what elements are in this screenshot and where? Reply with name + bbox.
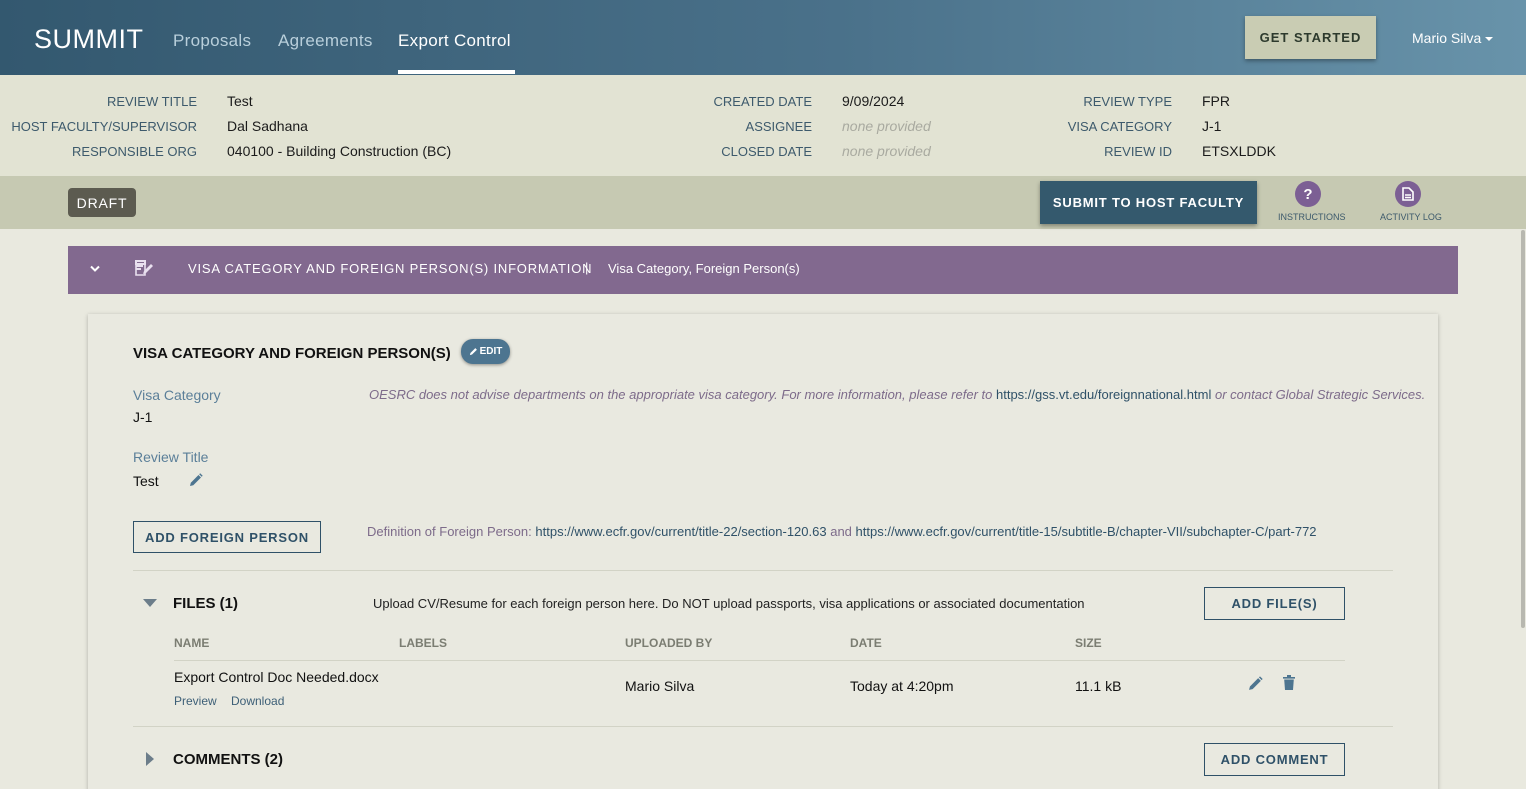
card-title: VISA CATEGORY AND FOREIGN PERSON(S) <box>133 345 451 362</box>
review-summary-header: REVIEW TITLE Test HOST FACULTY/SUPERVISO… <box>0 75 1526 176</box>
definition-and: and <box>830 524 852 539</box>
file-date: Today at 4:20pm <box>850 678 954 694</box>
host-faculty-label: HOST FACULTY/SUPERVISOR <box>11 119 197 134</box>
column-header-uploaded-by: UPLOADED BY <box>625 636 713 650</box>
foreign-person-definition: Definition of Foreign Person: https://ww… <box>367 524 1317 539</box>
edit-button[interactable]: EDIT <box>461 339 510 364</box>
summit-logo[interactable]: SUMMIT <box>34 24 143 55</box>
closed-date-value: none provided <box>842 143 931 159</box>
closed-date-label: CLOSED DATE <box>721 144 812 159</box>
section-title: VISA CATEGORY AND FOREIGN PERSON(S) INFO… <box>188 261 593 276</box>
caret-down-icon <box>1485 37 1494 42</box>
files-section-title[interactable]: FILES (1) <box>173 595 238 612</box>
created-date-value: 9/09/2024 <box>842 93 905 109</box>
instructions-icon[interactable]: ? <box>1295 181 1321 207</box>
visa-note-suffix: or contact Global Strategic Services. <box>1214 387 1426 402</box>
status-badge: DRAFT <box>68 188 136 217</box>
pencil-icon[interactable] <box>1248 676 1263 691</box>
edit-document-icon <box>135 260 153 276</box>
responsible-org-value: 040100 - Building Construction (BC) <box>227 143 452 159</box>
file-name: Export Control Doc Needed.docx <box>174 669 379 685</box>
get-started-button[interactable]: GET STARTED <box>1245 16 1376 59</box>
trash-icon[interactable] <box>1283 675 1295 690</box>
created-date-label: CREATED DATE <box>713 94 812 109</box>
responsible-org-label: RESPONSIBLE ORG <box>72 144 197 159</box>
review-id-value: ETSXLDDK <box>1202 143 1276 159</box>
expand-triangle-icon[interactable] <box>146 752 154 766</box>
column-header-date: DATE <box>850 636 882 650</box>
visa-category-field-value: J-1 <box>133 409 153 425</box>
activity-log-label[interactable]: ACTIVITY LOG <box>1380 212 1442 222</box>
ecfr-title-15-link[interactable]: https://www.ecfr.gov/current/title-15/su… <box>856 524 1317 539</box>
add-foreign-person-button[interactable]: ADD FOREIGN PERSON <box>133 521 321 553</box>
activity-log-icon[interactable] <box>1395 181 1421 207</box>
visa-advice-note: OESRC does not advise departments on the… <box>369 387 1425 402</box>
chevron-down-icon[interactable] <box>90 265 100 273</box>
column-header-name: NAME <box>174 636 210 650</box>
visa-category-value: J-1 <box>1202 118 1222 134</box>
nav-link-agreements[interactable]: Agreements <box>278 31 373 51</box>
review-type-value: FPR <box>1202 93 1230 109</box>
visa-category-label: VISA CATEGORY <box>1067 119 1172 134</box>
collapse-triangle-icon[interactable] <box>143 599 157 607</box>
preview-link[interactable]: Preview <box>174 694 217 708</box>
nav-link-proposals[interactable]: Proposals <box>173 31 251 51</box>
column-header-size: SIZE <box>1075 636 1102 650</box>
top-navigation-bar: SUMMIT Proposals Agreements Export Contr… <box>0 0 1526 75</box>
pencil-icon[interactable] <box>189 473 203 487</box>
review-title-field-value: Test <box>133 473 159 489</box>
active-tab-indicator <box>398 70 515 74</box>
section-separator: | <box>585 260 589 275</box>
divider <box>133 570 1393 571</box>
submit-to-host-faculty-button[interactable]: SUBMIT TO HOST FACULTY <box>1040 181 1257 224</box>
action-bar: DRAFT SUBMIT TO HOST FACULTY ? INSTRUCTI… <box>0 176 1526 229</box>
assignee-value: none provided <box>842 118 931 134</box>
ecfr-title-22-link[interactable]: https://www.ecfr.gov/current/title-22/se… <box>535 524 826 539</box>
review-title-label: REVIEW TITLE <box>106 94 197 109</box>
file-uploaded-by: Mario Silva <box>625 678 695 694</box>
assignee-label: ASSIGNEE <box>745 119 812 134</box>
host-faculty-value: Dal Sadhana <box>227 118 308 134</box>
download-link[interactable]: Download <box>231 694 284 708</box>
review-type-label: REVIEW TYPE <box>1083 94 1172 109</box>
files-upload-note: Upload CV/Resume for each foreign person… <box>373 596 1085 611</box>
scrollbar-thumb[interactable] <box>1521 230 1525 628</box>
visa-note-prefix: OESRC does not advise departments on the… <box>369 387 993 402</box>
visa-category-field-label: Visa Category <box>133 387 221 403</box>
review-title-value: Test <box>227 93 253 109</box>
section-header-visa-category[interactable]: VISA CATEGORY AND FOREIGN PERSON(S) INFO… <box>68 246 1458 294</box>
edit-button-label: EDIT <box>479 346 503 357</box>
comments-section-title[interactable]: COMMENTS (2) <box>173 751 283 768</box>
file-size: 11.1 kB <box>1075 678 1122 694</box>
add-comment-button[interactable]: ADD COMMENT <box>1204 743 1345 776</box>
review-title-field-label: Review Title <box>133 449 209 465</box>
visa-foreign-person-card: VISA CATEGORY AND FOREIGN PERSON(S) EDIT… <box>88 314 1438 789</box>
table-header-divider <box>174 660 1345 661</box>
definition-prefix: Definition of Foreign Person: <box>367 524 532 539</box>
review-id-label: REVIEW ID <box>1104 144 1172 159</box>
divider <box>133 726 1393 727</box>
user-name: Mario Silva <box>1412 30 1482 46</box>
add-files-button[interactable]: ADD FILE(S) <box>1204 587 1345 620</box>
gss-link[interactable]: https://gss.vt.edu/foreignnational.html <box>996 387 1211 402</box>
instructions-label[interactable]: INSTRUCTIONS <box>1278 212 1346 222</box>
pencil-icon <box>469 348 477 356</box>
nav-link-export-control[interactable]: Export Control <box>398 31 511 51</box>
user-menu[interactable]: Mario Silva <box>1412 30 1494 46</box>
column-header-labels: LABELS <box>399 636 447 650</box>
section-subtitle: Visa Category, Foreign Person(s) <box>608 261 800 276</box>
